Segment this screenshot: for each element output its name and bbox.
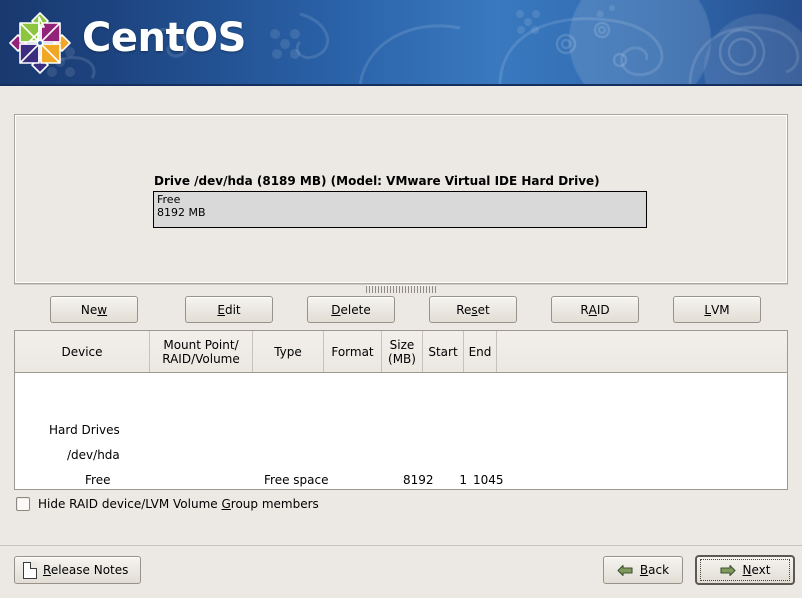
delete-button-label: elete <box>341 303 371 317</box>
row-start-label: 1 <box>447 473 467 487</box>
reset-button-label: et <box>478 303 490 317</box>
pane-resize-grip-icon[interactable] <box>366 285 436 293</box>
hide-raid-lvm-members-row[interactable]: Hide RAID device/LVM Volume Group member… <box>16 497 319 511</box>
table-row[interactable]: Free Free space 8192 1 1045 <box>15 467 787 490</box>
arrow-right-icon <box>720 564 736 577</box>
new-button-label: Ne <box>81 303 97 317</box>
row-device-label: Hard Drives <box>49 423 120 437</box>
back-button[interactable]: Back <box>603 556 683 584</box>
column-header-size[interactable]: Size (MB) <box>382 331 423 372</box>
hide-raid-lvm-members-label: Hide RAID device/LVM Volume Group member… <box>38 497 319 511</box>
column-header-mount-point[interactable]: Mount Point/ RAID/Volume <box>150 331 253 372</box>
row-device-label: Free <box>85 473 110 487</box>
column-header-end[interactable]: End <box>464 331 497 372</box>
next-button-label: Next <box>743 563 771 577</box>
table-row[interactable]: /dev/hda <box>15 442 787 467</box>
column-header-format[interactable]: Format <box>324 331 382 372</box>
table-header-row: Device Mount Point/ RAID/Volume Type For… <box>15 331 787 373</box>
delete-button[interactable]: Delete <box>307 296 395 323</box>
brand-title: CentOS <box>82 15 246 61</box>
row-device-label: /dev/hda <box>67 448 120 462</box>
pane-splitter[interactable] <box>14 284 788 295</box>
hide-raid-lvm-members-checkbox[interactable] <box>16 497 30 511</box>
footer-bar: Release Notes Back Next <box>0 546 802 598</box>
release-notes-button[interactable]: Release Notes <box>14 556 141 584</box>
back-button-label: Back <box>640 563 669 577</box>
partition-tree-view[interactable]: Device Mount Point/ RAID/Volume Type For… <box>14 330 788 490</box>
release-notes-label: Release Notes <box>43 563 128 577</box>
new-button[interactable]: New <box>50 296 138 323</box>
expander-triangle-down-icon[interactable] <box>31 424 43 436</box>
column-header-start[interactable]: Start <box>423 331 464 372</box>
drive-graphic-pane: Drive /dev/hda (8189 MB) (Model: VMware … <box>14 114 788 284</box>
raid-button-label: ID <box>597 303 610 317</box>
next-button[interactable]: Next <box>695 555 795 585</box>
edit-button-label: dit <box>225 303 241 317</box>
table-row[interactable]: Hard Drives <box>15 417 787 442</box>
arrow-left-icon <box>617 564 633 577</box>
lvm-button[interactable]: LVM <box>673 296 761 323</box>
centos-installer-window: CentOS Drive /dev/hda (8189 MB) (Model: … <box>0 0 802 598</box>
partition-size-label: 8192 MB <box>157 207 646 220</box>
row-end-label: 1045 <box>473 473 503 487</box>
column-header-device[interactable]: Device <box>15 331 150 372</box>
page-document-icon <box>23 562 37 579</box>
partition-segment-free[interactable]: Free 8192 MB <box>154 192 646 227</box>
edit-button[interactable]: Edit <box>185 296 273 323</box>
banner-bottom-rule <box>0 84 802 86</box>
next-button-focus-ring: Next <box>700 559 790 581</box>
column-header-type[interactable]: Type <box>253 331 324 372</box>
column-header-filler <box>497 331 787 372</box>
partition-name-label: Free <box>157 194 646 207</box>
header-banner: CentOS <box>0 0 802 86</box>
expander-triangle-down-icon[interactable] <box>49 449 61 461</box>
partition-action-buttons: New Edit Delete Reset RAID LVM <box>14 296 788 323</box>
raid-button[interactable]: RAID <box>551 296 639 323</box>
row-size-label: 8192 <box>403 473 433 487</box>
lvm-button-label: VM <box>711 303 730 317</box>
table-body: Hard Drives /dev/hda Free Free space 819… <box>15 373 787 489</box>
centos-logo-icon <box>8 11 72 75</box>
drive-partition-bar: Free 8192 MB <box>153 191 647 228</box>
drive-title-label: Drive /dev/hda (8189 MB) (Model: VMware … <box>154 174 600 188</box>
reset-button[interactable]: Reset <box>429 296 517 323</box>
row-type-label: Free space <box>264 473 328 487</box>
